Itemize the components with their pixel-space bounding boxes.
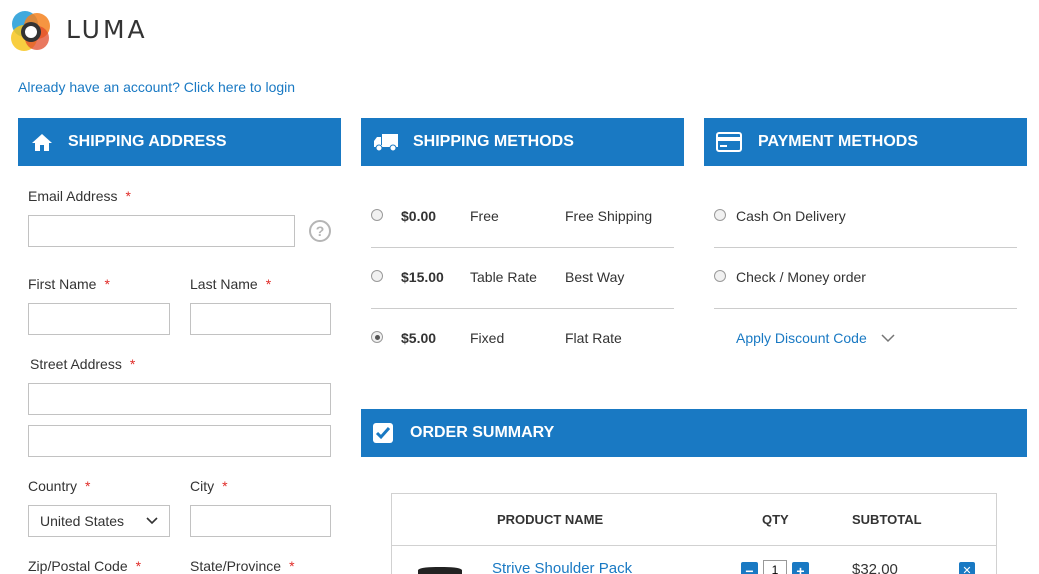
required-marker: * [135,558,142,574]
brand-name: LUMA [66,15,148,44]
shipping-price: $15.00 [401,269,444,285]
login-link[interactable]: Already have an account? Click here to l… [18,79,295,95]
payment-methods-header: PAYMENT METHODS [704,118,1027,166]
chevron-down-icon [146,517,158,525]
payment-label: Cash On Delivery [736,208,846,224]
remove-item-button[interactable]: ✕ [959,562,975,574]
required-marker: * [289,558,295,574]
shipping-option-table-rate[interactable]: $15.00 Table Rate Best Way [371,248,674,309]
first-name-label-text: First Name [28,276,97,292]
shipping-carrier: Fixed [470,330,505,346]
item-subtotal: $32.00 [852,561,898,574]
shipping-method-name: Flat Rate [565,330,622,346]
apply-discount-label: Apply Discount Code [736,330,867,346]
column-header-subtotal: SUBTOTAL [852,512,922,527]
required-marker: * [265,276,272,292]
order-summary-title: ORDER SUMMARY [410,424,555,441]
last-name-field[interactable] [190,303,331,335]
column-header-qty: QTY [762,512,789,527]
checkbox-checked-icon [373,423,393,443]
country-selected-value: United States [40,513,125,529]
zip-label: Zip/Postal Code * [28,558,141,574]
shipping-price: $5.00 [401,330,437,346]
street-address-line2-field[interactable] [28,425,331,457]
first-name-label: First Name * [28,276,110,292]
shipping-option-fixed[interactable]: $5.00 Fixed Flat Rate [371,309,674,370]
state-label-text: State/Province [190,558,282,574]
shipping-address-title: SHIPPING ADDRESS [68,133,227,150]
required-marker: * [125,188,131,204]
qty-input[interactable] [763,560,787,574]
country-label: Country * [28,478,90,494]
zip-label-text: Zip/Postal Code [28,558,128,574]
qty-increase-button[interactable]: + [792,562,809,574]
shipping-price: $0.00 [401,208,437,224]
required-marker: * [222,478,228,494]
country-select[interactable]: United States [28,505,170,537]
city-label-text: City [190,478,215,494]
shipping-radio[interactable] [371,270,383,282]
shipping-carrier: Free [470,208,499,224]
home-icon [31,133,53,152]
city-label: City * [190,478,228,494]
truck-icon [373,132,399,152]
payment-label: Check / Money order [736,269,866,285]
shipping-method-name: Free Shipping [565,208,653,224]
last-name-label: Last Name * [190,276,271,292]
luma-logo[interactable]: LUMA [8,9,145,55]
column-header-product-name: PRODUCT NAME [497,512,604,527]
street-address-line1-field[interactable] [28,383,331,415]
shipping-address-header: SHIPPING ADDRESS [18,118,341,166]
payment-option-cash-on-delivery[interactable]: Cash On Delivery [714,187,1017,248]
product-name-link[interactable]: Strive Shoulder Pack [492,560,632,574]
street-address-label-text: Street Address [30,356,122,372]
payment-methods-title: PAYMENT METHODS [758,133,919,150]
chevron-down-icon [881,333,895,342]
payment-radio[interactable] [714,270,726,282]
credit-card-icon [716,132,742,152]
qty-decrease-button[interactable]: − [741,562,758,574]
email-label-text: Email Address [28,188,118,204]
required-marker: * [104,276,110,292]
email-field[interactable] [28,215,295,247]
country-label-text: Country [28,478,78,494]
shipping-carrier: Table Rate [470,269,537,285]
table-divider [392,545,996,546]
order-summary-table: PRODUCT NAME QTY SUBTOTAL Strive Shoulde… [391,493,997,574]
product-thumbnail [418,567,462,574]
shipping-option-free[interactable]: $0.00 Free Free Shipping [371,187,674,248]
payment-option-check-money-order[interactable]: Check / Money order [714,248,1017,309]
required-marker: * [85,478,91,494]
street-address-label: Street Address * [30,356,135,372]
shipping-methods-header: SHIPPING METHODS [361,118,684,166]
shipping-radio-selected[interactable] [371,331,383,343]
email-label: Email Address * [28,188,131,204]
luma-logo-icon [11,11,50,51]
shipping-method-name: Best Way [565,269,625,285]
order-summary-header: ORDER SUMMARY [361,409,1027,457]
help-icon[interactable]: ? [309,220,331,242]
first-name-field[interactable] [28,303,170,335]
required-marker: * [129,356,136,372]
city-field[interactable] [190,505,331,537]
shipping-radio[interactable] [371,209,383,221]
state-label: State/Province * [190,558,295,574]
shipping-methods-title: SHIPPING METHODS [413,133,574,150]
last-name-label-text: Last Name [190,276,258,292]
payment-radio[interactable] [714,209,726,221]
apply-discount-toggle[interactable]: Apply Discount Code [736,330,895,346]
